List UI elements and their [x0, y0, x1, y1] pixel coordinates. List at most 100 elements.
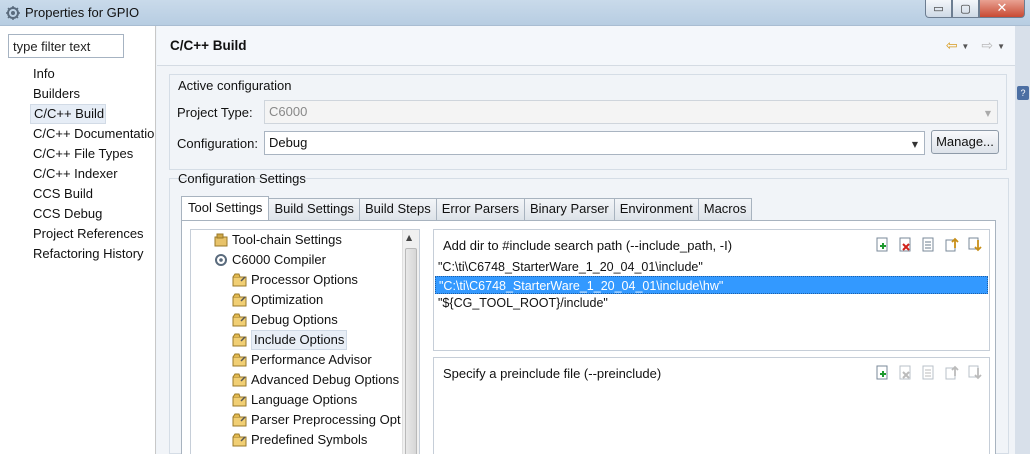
tree-item-label: Processor Options [251, 272, 358, 287]
settings-tabs: Tool Settings Build Settings Build Steps… [181, 196, 753, 221]
close-icon: ✕ [996, 1, 1008, 16]
project-type-select: C6000 ▼ [264, 100, 998, 124]
tab-macros[interactable]: Macros [698, 198, 753, 221]
options-folder-icon [232, 353, 247, 367]
options-folder-icon [232, 433, 247, 447]
configuration-value: Debug [269, 135, 308, 150]
back-dropdown-icon[interactable]: ▼ [961, 42, 969, 51]
sidebar-item-cpp-file-types[interactable]: C/C++ File Types [30, 144, 157, 164]
project-type-value: C6000 [269, 104, 308, 119]
move-up-icon[interactable] [943, 236, 960, 253]
include-path-item[interactable]: "${CG_TOOL_ROOT}/include" [435, 294, 608, 312]
include-path-item[interactable]: "C:\ti\C6748_StarterWare_1_20_04_01\incl… [435, 258, 703, 276]
tool-settings-tree: Tool-chain Settings C6000 Compiler Proce… [190, 229, 420, 454]
tree-item-label: Optimization [251, 292, 324, 307]
preinclude-title: Specify a preinclude file (--preinclude) [443, 366, 662, 381]
include-paths-title: Add dir to #include search path (--inclu… [443, 238, 733, 253]
window-titlebar[interactable]: Properties for GPIO ▭ ▢ ✕ [0, 0, 1030, 26]
tree-item-c6000-compiler[interactable]: C6000 Compiler [213, 250, 326, 270]
app-gear-icon [6, 6, 20, 20]
tool-settings-panel: Tool-chain Settings C6000 Compiler Proce… [181, 220, 996, 454]
tree-item-label: C6000 Compiler [232, 252, 326, 267]
forward-arrow-icon[interactable]: ⇨ [981, 38, 993, 54]
tab-tool-settings[interactable]: Tool Settings [181, 196, 270, 221]
scroll-up-icon[interactable]: ▲ [406, 233, 412, 242]
configuration-select[interactable]: Debug ▼ [264, 131, 925, 155]
tree-item-performance-advisor[interactable]: Performance Advisor [232, 350, 372, 370]
tree-item-toolchain-settings[interactable]: Tool-chain Settings [213, 230, 342, 250]
sidebar-item-builders[interactable]: Builders [30, 84, 157, 104]
delete-icon [899, 365, 911, 380]
add-icon[interactable] [874, 364, 891, 381]
sidebar-item-info[interactable]: Info [30, 64, 157, 84]
scrollbar-thumb[interactable] [405, 248, 417, 454]
back-arrow-icon[interactable]: ⇦ [946, 38, 958, 54]
move-down-icon[interactable] [966, 236, 983, 253]
tree-item-debug-options[interactable]: Debug Options [232, 310, 338, 330]
sidebar-item-ccs-debug[interactable]: CCS Debug [30, 204, 157, 224]
maximize-button[interactable]: ▢ [952, 0, 979, 18]
sidebar-item-cpp-build[interactable]: C/C++ Build [30, 104, 106, 124]
forward-dropdown-icon[interactable]: ▼ [997, 42, 1005, 51]
filter-input[interactable] [8, 34, 124, 58]
sidebar-item-refactoring-history[interactable]: Refactoring History [30, 244, 157, 264]
add-icon[interactable] [874, 236, 891, 253]
tree-item-optimization[interactable]: Optimization [232, 290, 323, 310]
options-folder-icon [232, 293, 247, 307]
preinclude-toolbar [874, 364, 983, 381]
tree-scrollbar[interactable]: ▲ [402, 230, 419, 454]
sidebar-item-cpp-documentation[interactable]: C/C++ Documentatio [30, 124, 157, 144]
tree-item-label: Language Options [251, 392, 358, 407]
tree-item-label: Performance Advisor [251, 352, 372, 367]
close-button[interactable]: ✕ [979, 0, 1025, 18]
minimize-button[interactable]: ▭ [925, 0, 952, 18]
configuration-settings-label: Configuration Settings [178, 171, 306, 186]
sidebar-item-project-references[interactable]: Project References [30, 224, 157, 244]
tab-environment[interactable]: Environment [614, 198, 699, 221]
tab-error-parsers[interactable]: Error Parsers [436, 198, 525, 221]
tree-item-language-options[interactable]: Language Options [232, 390, 357, 410]
include-paths-toolbar [874, 236, 983, 253]
tree-item-label: Predefined Symbols [251, 432, 368, 447]
maximize-icon: ▢ [960, 2, 971, 15]
include-path-item-selected[interactable]: "C:\ti\C6748_StarterWare_1_20_04_01\incl… [435, 276, 988, 294]
tab-binary-parser[interactable]: Binary Parser [525, 198, 615, 221]
tree-item-label: Debug Options [251, 312, 338, 327]
options-folder-icon [232, 373, 247, 387]
options-folder-icon [232, 393, 247, 407]
project-type-label: Project Type: [177, 105, 253, 120]
compiler-icon [215, 254, 227, 266]
include-paths-list: Add dir to #include search path (--inclu… [433, 229, 990, 351]
tree-item-parser-preprocessing-options[interactable]: Parser Preprocessing Opt [232, 410, 401, 430]
tree-item-include-options[interactable]: Include Options [232, 330, 348, 350]
settings-icon [214, 233, 228, 247]
window-title: Properties for GPIO [25, 5, 140, 20]
configuration-label: Configuration: [177, 136, 258, 151]
main-pane: C/C++ Build ⇦ ▼ ⇨ ▼ Active configuration… [157, 26, 1015, 454]
options-folder-icon [232, 313, 247, 327]
sidebar-item-cpp-indexer[interactable]: C/C++ Indexer [30, 164, 157, 184]
tree-item-advanced-debug-options[interactable]: Advanced Debug Options [232, 370, 399, 390]
tab-build-steps[interactable]: Build Steps [359, 198, 437, 221]
page-title: C/C++ Build [170, 38, 247, 53]
chevron-down-icon: ▼ [911, 140, 918, 149]
options-folder-icon [232, 273, 247, 287]
options-folder-icon [232, 333, 247, 347]
tree-item-label: Advanced Debug Options [251, 372, 400, 387]
background-window-edge: ? [1015, 26, 1030, 454]
sidebar-item-ccs-build[interactable]: CCS Build [30, 184, 157, 204]
delete-icon[interactable] [897, 236, 914, 253]
manage-button[interactable]: Manage... [931, 130, 999, 154]
edit-icon [922, 365, 934, 380]
tree-item-label: Parser Preprocessing Opt [251, 412, 401, 427]
page-header: C/C++ Build ⇦ ▼ ⇨ ▼ [157, 26, 1015, 66]
tab-build-settings[interactable]: Build Settings [269, 198, 360, 221]
minimize-icon: ▭ [933, 2, 944, 15]
tree-item-predefined-symbols[interactable]: Predefined Symbols [232, 430, 367, 450]
tree-item-label: Include Options [251, 330, 348, 350]
edit-icon[interactable] [920, 236, 937, 253]
active-configuration-label: Active configuration [178, 78, 292, 93]
move-down-icon [968, 365, 982, 380]
help-icon: ? [1017, 86, 1029, 100]
tree-item-processor-options[interactable]: Processor Options [232, 270, 358, 290]
